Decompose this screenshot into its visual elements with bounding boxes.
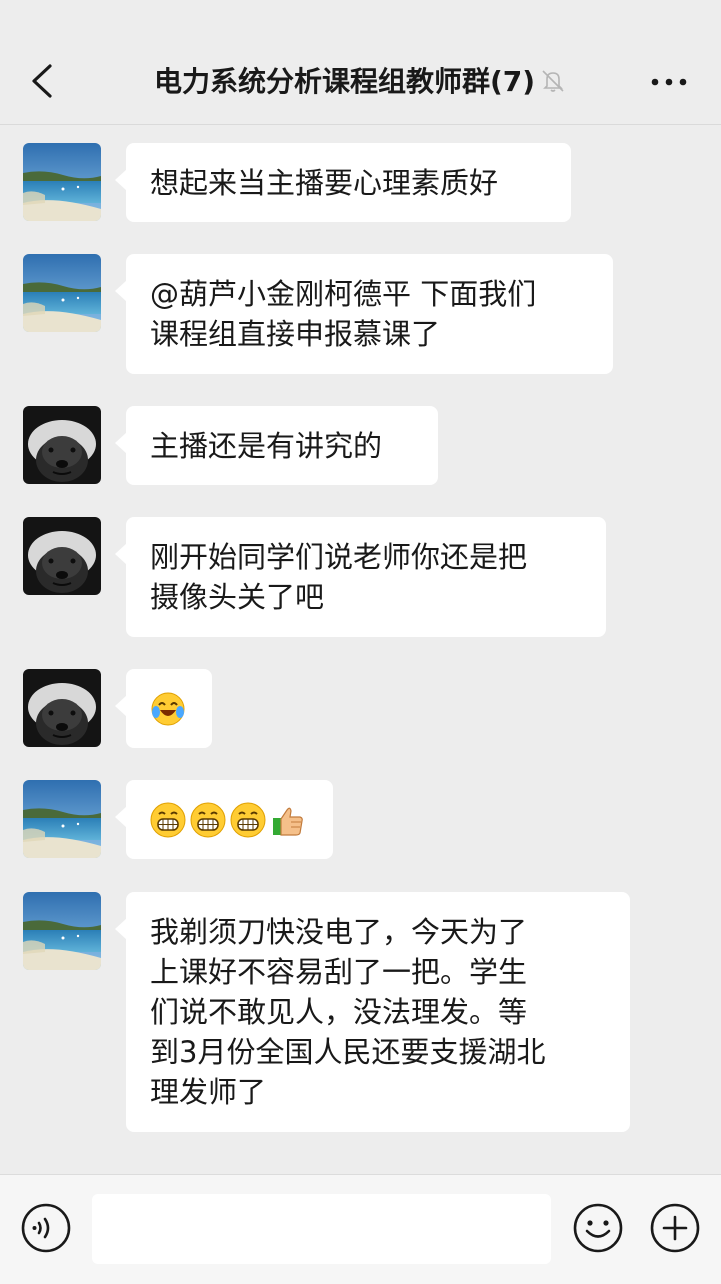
emoji-button[interactable]	[572, 1202, 624, 1254]
badger-avatar	[23, 517, 101, 595]
avatar[interactable]	[23, 143, 101, 221]
badger-avatar	[23, 406, 101, 484]
message-line: 理发师了	[150, 1075, 267, 1109]
avatar[interactable]	[23, 669, 101, 747]
voice-button[interactable]	[20, 1202, 72, 1254]
laugh-cry-emoji	[150, 691, 186, 727]
chat-header: 电力系统分析课程组教师群(7)	[0, 0, 721, 125]
avatar[interactable]	[23, 517, 101, 595]
voice-icon	[21, 1203, 71, 1253]
message-list: 想起来当主播要心理素质好 @葫芦小金刚柯德平 下面我们 课程组直接申报慕课了 主…	[0, 124, 721, 1174]
message-bubble[interactable]: @葫芦小金刚柯德平 下面我们 课程组直接申报慕课了	[115, 254, 613, 374]
plus-circle-icon	[650, 1203, 700, 1253]
avatar[interactable]	[23, 406, 101, 484]
avatar[interactable]	[23, 780, 101, 858]
message-line: 上课好不容易刮了一把。学生	[150, 955, 528, 989]
landscape-avatar	[23, 254, 101, 332]
message-line: @葫芦小金刚柯德平 下面我们	[150, 277, 537, 311]
more-button[interactable]	[647, 64, 691, 100]
message-line: 课程组直接申报慕课了	[150, 317, 441, 351]
message-bubble[interactable]: 刚开始同学们说老师你还是把 摄像头关了吧	[115, 517, 606, 637]
chat-title-wrap: 电力系统分析课程组教师群(7)	[0, 62, 721, 102]
landscape-avatar	[23, 143, 101, 221]
avatar[interactable]	[23, 254, 101, 332]
chat-title: 电力系统分析课程组教师群(7)	[153, 65, 536, 98]
message-line: 刚开始同学们说老师你还是把	[150, 540, 528, 574]
landscape-avatar	[23, 892, 101, 970]
grin-emoji	[150, 802, 186, 838]
plus-button[interactable]	[649, 1202, 701, 1254]
message-line: 们说不敢见人，没法理发。等	[150, 995, 528, 1029]
grin-emoji	[230, 802, 266, 838]
message-bubble[interactable]	[115, 780, 333, 859]
message-text: 想起来当主播要心理素质好	[150, 166, 499, 200]
grin-emoji	[190, 802, 226, 838]
input-bar	[0, 1174, 721, 1284]
message-line: 到3月份全国人民还要支援湖北	[150, 1035, 546, 1069]
badger-avatar	[23, 669, 101, 747]
avatar[interactable]	[23, 892, 101, 970]
message-text: 主播还是有讲究的	[150, 429, 383, 463]
smiley-icon	[573, 1203, 623, 1253]
message-bubble[interactable]: 想起来当主播要心理素质好	[115, 143, 571, 222]
message-bubble[interactable]: 我剃须刀快没电了，今天为了 上课好不容易刮了一把。学生 们说不敢见人，没法理发。…	[115, 892, 630, 1132]
landscape-avatar	[23, 780, 101, 858]
message-line: 摄像头关了吧	[150, 580, 325, 614]
bell-muted-icon	[539, 66, 567, 94]
thumbs-up-emoji	[270, 802, 306, 838]
message-bubble[interactable]: 主播还是有讲究的	[115, 406, 438, 485]
more-dots-icon	[651, 78, 687, 86]
message-line: 我剃须刀快没电了，今天为了	[150, 915, 528, 949]
message-input[interactable]	[92, 1194, 551, 1264]
message-bubble[interactable]	[115, 669, 212, 748]
